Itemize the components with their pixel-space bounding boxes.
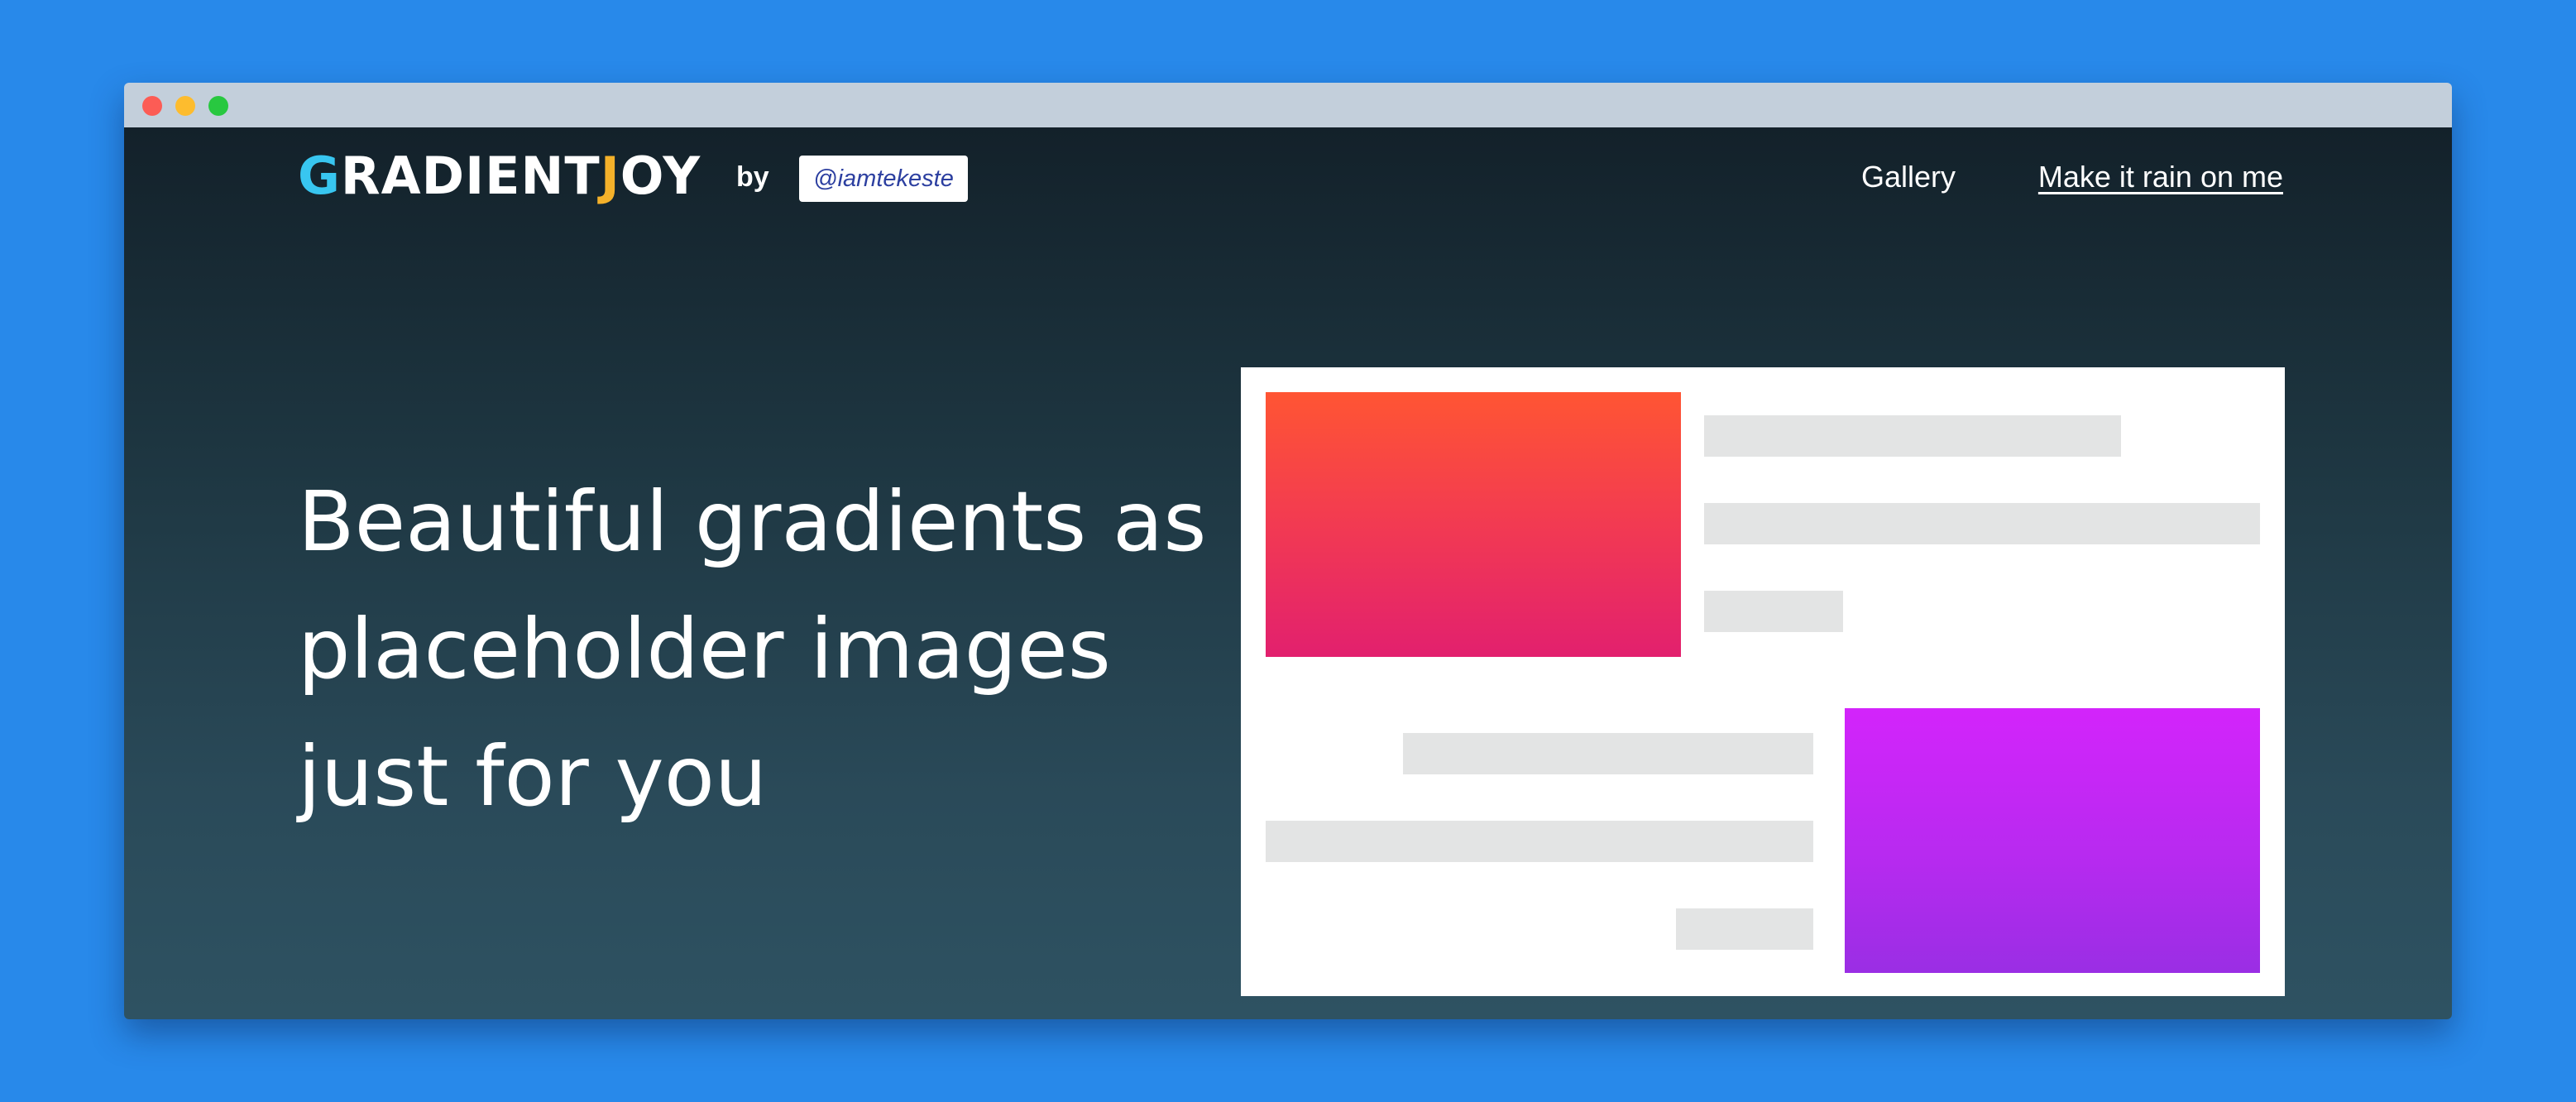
hero-heading-line: placeholder images <box>298 601 1111 697</box>
purple-gradient-placeholder-image <box>1845 708 2260 973</box>
gradientjoy-logo[interactable]: GRADIENTJOY <box>298 147 701 205</box>
nav-gallery-link[interactable]: Gallery <box>1861 159 1956 195</box>
logo-text-radient: RADIENT <box>340 146 601 206</box>
hero-heading: Beautiful gradients as placeholder image… <box>298 458 1233 841</box>
placeholder-text-bar <box>1704 415 2121 457</box>
orange-gradient-placeholder-image <box>1266 392 1681 657</box>
logo-letter-j: J <box>600 146 620 206</box>
page-content: GRADIENTJOY by @iamtekeste Gallery Make … <box>124 127 2452 1019</box>
hero-heading-line: Beautiful gradients as <box>298 473 1207 570</box>
hero-heading-line: just for you <box>298 728 768 825</box>
minimize-window-button[interactable] <box>175 96 195 116</box>
author-handle-link[interactable]: @iamtekeste <box>799 156 968 202</box>
placeholder-text-bar <box>1704 503 2260 544</box>
logo-text-oy: OY <box>620 146 701 206</box>
maximize-window-button[interactable] <box>208 96 228 116</box>
placeholder-text-bar <box>1266 821 1813 862</box>
logo-letter-g: G <box>298 146 341 206</box>
nav-make-it-rain-link[interactable]: Make it rain on me <box>2038 159 2283 195</box>
placeholder-text-bar <box>1403 733 1813 774</box>
placeholder-text-bar <box>1704 591 1843 632</box>
browser-title-bar <box>124 83 2452 127</box>
placeholder-text-bar <box>1676 908 1813 950</box>
by-label: by <box>736 161 769 193</box>
browser-window: GRADIENTJOY by @iamtekeste Gallery Make … <box>124 83 2452 1019</box>
close-window-button[interactable] <box>142 96 162 116</box>
layout-preview-card <box>1241 367 2285 996</box>
